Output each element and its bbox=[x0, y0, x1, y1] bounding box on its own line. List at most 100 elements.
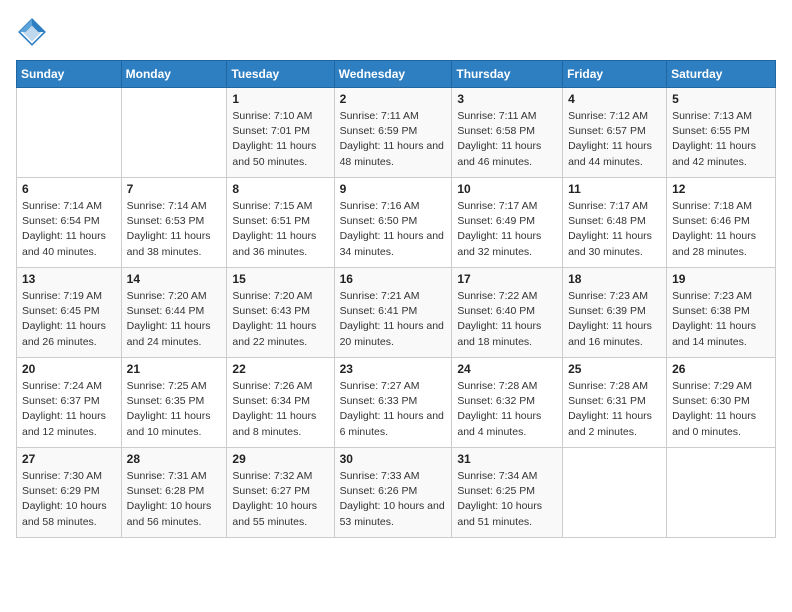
calendar-cell: 6 Sunrise: 7:14 AM Sunset: 6:54 PM Daylig… bbox=[17, 178, 122, 268]
calendar-body: 1 Sunrise: 7:10 AM Sunset: 7:01 PM Daylig… bbox=[17, 88, 776, 538]
header-sunday: Sunday bbox=[17, 61, 122, 88]
calendar-cell: 31 Sunrise: 7:34 AM Sunset: 6:25 PM Dayli… bbox=[452, 448, 563, 538]
day-number: 23 bbox=[340, 362, 447, 376]
day-number: 29 bbox=[232, 452, 328, 466]
day-info: Sunrise: 7:34 AM Sunset: 6:25 PM Dayligh… bbox=[457, 469, 557, 530]
day-number: 28 bbox=[127, 452, 222, 466]
calendar-cell: 28 Sunrise: 7:31 AM Sunset: 6:28 PM Dayli… bbox=[121, 448, 227, 538]
day-info: Sunrise: 7:32 AM Sunset: 6:27 PM Dayligh… bbox=[232, 469, 328, 530]
calendar-cell: 3 Sunrise: 7:11 AM Sunset: 6:58 PM Daylig… bbox=[452, 88, 563, 178]
day-info: Sunrise: 7:28 AM Sunset: 6:32 PM Dayligh… bbox=[457, 379, 557, 440]
calendar-cell: 10Sunrise: 7:17 AM Sunset: 6:49 PM Dayli… bbox=[452, 178, 563, 268]
header-friday: Friday bbox=[563, 61, 667, 88]
calendar-cell: 12 Sunrise: 7:18 AM Sunset: 6:46 PM Dayli… bbox=[667, 178, 776, 268]
day-info: Sunrise: 7:19 AM Sunset: 6:45 PM Dayligh… bbox=[22, 289, 116, 350]
day-number: 21 bbox=[127, 362, 222, 376]
calendar-week-row: 13 Sunrise: 7:19 AM Sunset: 6:45 PM Dayli… bbox=[17, 268, 776, 358]
calendar-cell: 26 Sunrise: 7:29 AM Sunset: 6:30 PM Dayli… bbox=[667, 358, 776, 448]
calendar-cell: 25 Sunrise: 7:28 AM Sunset: 6:31 PM Dayli… bbox=[563, 358, 667, 448]
calendar-cell bbox=[121, 88, 227, 178]
day-number: 22 bbox=[232, 362, 328, 376]
calendar-cell: 29 Sunrise: 7:32 AM Sunset: 6:27 PM Dayli… bbox=[227, 448, 334, 538]
day-info: Sunrise: 7:25 AM Sunset: 6:35 PM Dayligh… bbox=[127, 379, 222, 440]
logo-icon bbox=[16, 16, 48, 48]
day-number: 5 bbox=[672, 92, 770, 106]
day-number: 24 bbox=[457, 362, 557, 376]
header-monday: Monday bbox=[121, 61, 227, 88]
day-number: 26 bbox=[672, 362, 770, 376]
day-info: Sunrise: 7:29 AM Sunset: 6:30 PM Dayligh… bbox=[672, 379, 770, 440]
day-number: 3 bbox=[457, 92, 557, 106]
calendar-cell: 1 Sunrise: 7:10 AM Sunset: 7:01 PM Daylig… bbox=[227, 88, 334, 178]
calendar-cell: 13 Sunrise: 7:19 AM Sunset: 6:45 PM Dayli… bbox=[17, 268, 122, 358]
day-number: 31 bbox=[457, 452, 557, 466]
day-info: Sunrise: 7:21 AM Sunset: 6:41 PM Dayligh… bbox=[340, 289, 447, 350]
day-number: 27 bbox=[22, 452, 116, 466]
day-info: Sunrise: 7:28 AM Sunset: 6:31 PM Dayligh… bbox=[568, 379, 661, 440]
calendar-cell: 19 Sunrise: 7:23 AM Sunset: 6:38 PM Dayli… bbox=[667, 268, 776, 358]
day-info: Sunrise: 7:23 AM Sunset: 6:38 PM Dayligh… bbox=[672, 289, 770, 350]
calendar-cell: 4Sunrise: 7:12 AM Sunset: 6:57 PM Daylig… bbox=[563, 88, 667, 178]
day-info: Sunrise: 7:31 AM Sunset: 6:28 PM Dayligh… bbox=[127, 469, 222, 530]
calendar-cell: 21 Sunrise: 7:25 AM Sunset: 6:35 PM Dayli… bbox=[121, 358, 227, 448]
day-number: 17 bbox=[457, 272, 557, 286]
calendar-table: Sunday Monday Tuesday Wednesday Thursday… bbox=[16, 60, 776, 538]
calendar-cell: 5 Sunrise: 7:13 AM Sunset: 6:55 PM Daylig… bbox=[667, 88, 776, 178]
day-info: Sunrise: 7:10 AM Sunset: 7:01 PM Dayligh… bbox=[232, 109, 328, 170]
calendar-week-row: 20 Sunrise: 7:24 AM Sunset: 6:37 PM Dayli… bbox=[17, 358, 776, 448]
day-info: Sunrise: 7:27 AM Sunset: 6:33 PM Dayligh… bbox=[340, 379, 447, 440]
calendar-cell: 9 Sunrise: 7:16 AM Sunset: 6:50 PM Daylig… bbox=[334, 178, 452, 268]
day-number: 4 bbox=[568, 92, 661, 106]
day-info: Sunrise: 7:33 AM Sunset: 6:26 PM Dayligh… bbox=[340, 469, 447, 530]
day-number: 7 bbox=[127, 182, 222, 196]
day-info: Sunrise: 7:26 AM Sunset: 6:34 PM Dayligh… bbox=[232, 379, 328, 440]
calendar-cell bbox=[667, 448, 776, 538]
day-number: 13 bbox=[22, 272, 116, 286]
day-info: Sunrise: 7:20 AM Sunset: 6:43 PM Dayligh… bbox=[232, 289, 328, 350]
day-number: 8 bbox=[232, 182, 328, 196]
day-number: 18 bbox=[568, 272, 661, 286]
day-number: 19 bbox=[672, 272, 770, 286]
day-info: Sunrise: 7:24 AM Sunset: 6:37 PM Dayligh… bbox=[22, 379, 116, 440]
day-number: 6 bbox=[22, 182, 116, 196]
day-info: Sunrise: 7:13 AM Sunset: 6:55 PM Dayligh… bbox=[672, 109, 770, 170]
calendar-cell: 2Sunrise: 7:11 AM Sunset: 6:59 PM Daylig… bbox=[334, 88, 452, 178]
day-info: Sunrise: 7:15 AM Sunset: 6:51 PM Dayligh… bbox=[232, 199, 328, 260]
calendar-cell: 23 Sunrise: 7:27 AM Sunset: 6:33 PM Dayli… bbox=[334, 358, 452, 448]
day-number: 20 bbox=[22, 362, 116, 376]
logo bbox=[16, 16, 52, 48]
calendar-cell: 24 Sunrise: 7:28 AM Sunset: 6:32 PM Dayli… bbox=[452, 358, 563, 448]
day-number: 30 bbox=[340, 452, 447, 466]
day-info: Sunrise: 7:16 AM Sunset: 6:50 PM Dayligh… bbox=[340, 199, 447, 260]
day-number: 12 bbox=[672, 182, 770, 196]
calendar-cell: 27Sunrise: 7:30 AM Sunset: 6:29 PM Dayli… bbox=[17, 448, 122, 538]
day-number: 1 bbox=[232, 92, 328, 106]
header-thursday: Thursday bbox=[452, 61, 563, 88]
calendar-cell bbox=[563, 448, 667, 538]
calendar-week-row: 27Sunrise: 7:30 AM Sunset: 6:29 PM Dayli… bbox=[17, 448, 776, 538]
day-number: 11 bbox=[568, 182, 661, 196]
header-wednesday: Wednesday bbox=[334, 61, 452, 88]
calendar-week-row: 6 Sunrise: 7:14 AM Sunset: 6:54 PM Daylig… bbox=[17, 178, 776, 268]
calendar-week-row: 1 Sunrise: 7:10 AM Sunset: 7:01 PM Daylig… bbox=[17, 88, 776, 178]
day-number: 15 bbox=[232, 272, 328, 286]
day-info: Sunrise: 7:11 AM Sunset: 6:58 PM Dayligh… bbox=[457, 109, 557, 170]
day-info: Sunrise: 7:18 AM Sunset: 6:46 PM Dayligh… bbox=[672, 199, 770, 260]
calendar-cell: 16Sunrise: 7:21 AM Sunset: 6:41 PM Dayli… bbox=[334, 268, 452, 358]
day-number: 2 bbox=[340, 92, 447, 106]
day-info: Sunrise: 7:17 AM Sunset: 6:49 PM Dayligh… bbox=[457, 199, 557, 260]
calendar-cell: 8 Sunrise: 7:15 AM Sunset: 6:51 PM Daylig… bbox=[227, 178, 334, 268]
calendar-cell bbox=[17, 88, 122, 178]
calendar-cell: 22 Sunrise: 7:26 AM Sunset: 6:34 PM Dayli… bbox=[227, 358, 334, 448]
day-number: 9 bbox=[340, 182, 447, 196]
page-header bbox=[16, 16, 776, 48]
day-info: Sunrise: 7:20 AM Sunset: 6:44 PM Dayligh… bbox=[127, 289, 222, 350]
header-tuesday: Tuesday bbox=[227, 61, 334, 88]
day-number: 25 bbox=[568, 362, 661, 376]
header-row: Sunday Monday Tuesday Wednesday Thursday… bbox=[17, 61, 776, 88]
day-info: Sunrise: 7:14 AM Sunset: 6:54 PM Dayligh… bbox=[22, 199, 116, 260]
header-saturday: Saturday bbox=[667, 61, 776, 88]
day-info: Sunrise: 7:17 AM Sunset: 6:48 PM Dayligh… bbox=[568, 199, 661, 260]
day-info: Sunrise: 7:14 AM Sunset: 6:53 PM Dayligh… bbox=[127, 199, 222, 260]
calendar-header: Sunday Monday Tuesday Wednesday Thursday… bbox=[17, 61, 776, 88]
